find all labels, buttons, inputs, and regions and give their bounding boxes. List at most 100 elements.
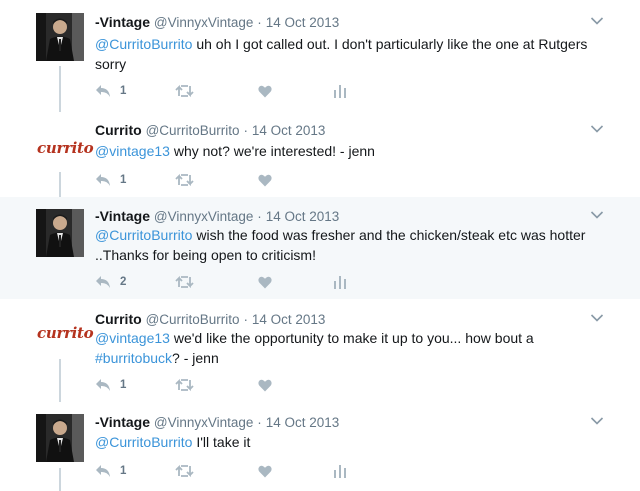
like-icon: [258, 276, 272, 288]
tweet[interactable]: -Vintage @VinnyxVintage · 14 Oct 2013 @C…: [0, 197, 640, 299]
reply-button[interactable]: 1: [95, 171, 126, 189]
tweet-text: @CurritoBurrito uh oh I got called out. …: [95, 35, 600, 74]
tweet-text: @CurritoBurrito I'll take it: [95, 433, 600, 453]
analytics-button[interactable]: [334, 273, 346, 291]
mention-link[interactable]: @CurritoBurrito: [95, 434, 192, 450]
reply-count: 1: [120, 174, 127, 186]
tweet-actions: 1: [95, 462, 375, 480]
chevron-down-icon[interactable]: [590, 210, 604, 220]
user-handle[interactable]: @VinnyxVintage: [154, 15, 254, 30]
tweet-actions: 1: [95, 82, 375, 100]
retweet-button[interactable]: [175, 376, 194, 394]
thread-line: [59, 359, 61, 402]
chevron-down-icon[interactable]: [590, 16, 604, 26]
separator: ·: [243, 312, 248, 327]
reply-icon: [96, 276, 110, 288]
tweet[interactable]: -Vintage @VinnyxVintage · 14 Oct 2013 @C…: [0, 0, 640, 112]
retweet-button[interactable]: [175, 82, 194, 100]
currito-logo[interactable]: currito: [37, 323, 94, 343]
display-name[interactable]: -Vintage: [95, 14, 150, 30]
reply-button[interactable]: 1: [95, 376, 126, 394]
analytics-icon: [334, 465, 346, 478]
reply-icon: [96, 85, 110, 97]
tweet[interactable]: currito Currito @CurritoBurrito · 14 Oct…: [0, 112, 640, 197]
analytics-button[interactable]: [334, 462, 346, 480]
retweet-icon: [175, 378, 194, 392]
tweet[interactable]: currito Currito @CurritoBurrito · 14 Oct…: [0, 299, 640, 402]
display-name[interactable]: Currito: [95, 122, 142, 138]
thread-line: [59, 468, 61, 491]
retweet-button[interactable]: [175, 273, 194, 291]
reply-icon: [96, 465, 110, 477]
tweet-date[interactable]: 14 Oct 2013: [266, 415, 340, 430]
retweet-button[interactable]: [175, 462, 194, 480]
reply-button[interactable]: 1: [95, 462, 126, 480]
retweet-icon: [175, 275, 194, 289]
chevron-down-icon[interactable]: [590, 416, 604, 426]
tweet-date[interactable]: 14 Oct 2013: [252, 312, 326, 327]
avatar[interactable]: [36, 414, 84, 462]
chevron-down-icon[interactable]: [590, 313, 604, 323]
like-button[interactable]: [258, 273, 272, 291]
mention-link[interactable]: @vintage13: [95, 330, 170, 346]
analytics-button[interactable]: [334, 82, 346, 100]
analytics-icon: [334, 85, 346, 98]
like-button[interactable]: [258, 82, 272, 100]
user-handle[interactable]: @CurritoBurrito: [146, 123, 240, 138]
hashtag-link[interactable]: #burritobuck: [95, 350, 172, 366]
reply-count: 1: [120, 379, 127, 391]
user-handle[interactable]: @VinnyxVintage: [154, 415, 254, 430]
like-icon: [258, 465, 272, 477]
separator: ·: [257, 415, 262, 430]
mention-link[interactable]: @CurritoBurrito: [95, 36, 192, 52]
tweet-header: Currito @CurritoBurrito · 14 Oct 2013: [95, 311, 325, 327]
avatar[interactable]: [36, 209, 84, 257]
retweet-icon: [175, 84, 194, 98]
tweet-body-end: ? - jenn: [172, 349, 219, 366]
reply-count: 1: [120, 465, 127, 477]
display-name[interactable]: Currito: [95, 311, 142, 327]
mention-link[interactable]: @vintage13: [95, 143, 170, 159]
currito-logo[interactable]: currito: [37, 138, 94, 158]
like-button[interactable]: [258, 376, 272, 394]
display-name[interactable]: -Vintage: [95, 208, 150, 224]
like-icon: [258, 379, 272, 391]
reply-button[interactable]: 2: [95, 273, 126, 291]
separator: ·: [257, 209, 262, 224]
tweet-header: Currito @CurritoBurrito · 14 Oct 2013: [95, 122, 325, 138]
display-name[interactable]: -Vintage: [95, 414, 150, 430]
like-button[interactable]: [258, 171, 272, 189]
avatar[interactable]: [36, 13, 84, 61]
reply-count: 1: [120, 85, 127, 97]
like-icon: [258, 85, 272, 97]
tweet-body: why not? we're interested! - jenn: [169, 143, 375, 159]
reply-button[interactable]: 1: [95, 82, 126, 100]
tweet-body: we'd like the opportunity to make it up …: [169, 330, 534, 346]
tweet-body: I'll take it: [192, 434, 251, 450]
separator: ·: [243, 123, 248, 138]
tweet-date[interactable]: 14 Oct 2013: [252, 123, 326, 138]
tweet-actions: 1: [95, 376, 375, 394]
thread-line: [59, 172, 61, 197]
tweet[interactable]: -Vintage @VinnyxVintage · 14 Oct 2013 @C…: [0, 402, 640, 491]
analytics-icon: [334, 276, 346, 289]
tweet-header: -Vintage @VinnyxVintage · 14 Oct 2013: [95, 14, 339, 30]
tweet-header: -Vintage @VinnyxVintage · 14 Oct 2013: [95, 414, 339, 430]
user-handle[interactable]: @CurritoBurrito: [146, 312, 240, 327]
chevron-down-icon[interactable]: [590, 124, 604, 134]
tweet-text: @vintage13 why not? we're interested! - …: [95, 142, 600, 162]
separator: ·: [257, 15, 262, 30]
like-button[interactable]: [258, 462, 272, 480]
mention-link[interactable]: @CurritoBurrito: [95, 227, 192, 243]
like-icon: [258, 174, 272, 186]
tweet-date[interactable]: 14 Oct 2013: [266, 209, 340, 224]
reply-icon: [96, 379, 110, 391]
tweet-text: @CurritoBurrito wish the food was freshe…: [95, 226, 600, 265]
user-handle[interactable]: @VinnyxVintage: [154, 209, 254, 224]
tweet-text: @vintage13 we'd like the opportunity to …: [95, 329, 600, 368]
tweet-date[interactable]: 14 Oct 2013: [266, 15, 340, 30]
reply-icon: [96, 174, 110, 186]
thread-line: [59, 66, 61, 112]
retweet-button[interactable]: [175, 171, 194, 189]
reply-count: 2: [120, 276, 127, 288]
